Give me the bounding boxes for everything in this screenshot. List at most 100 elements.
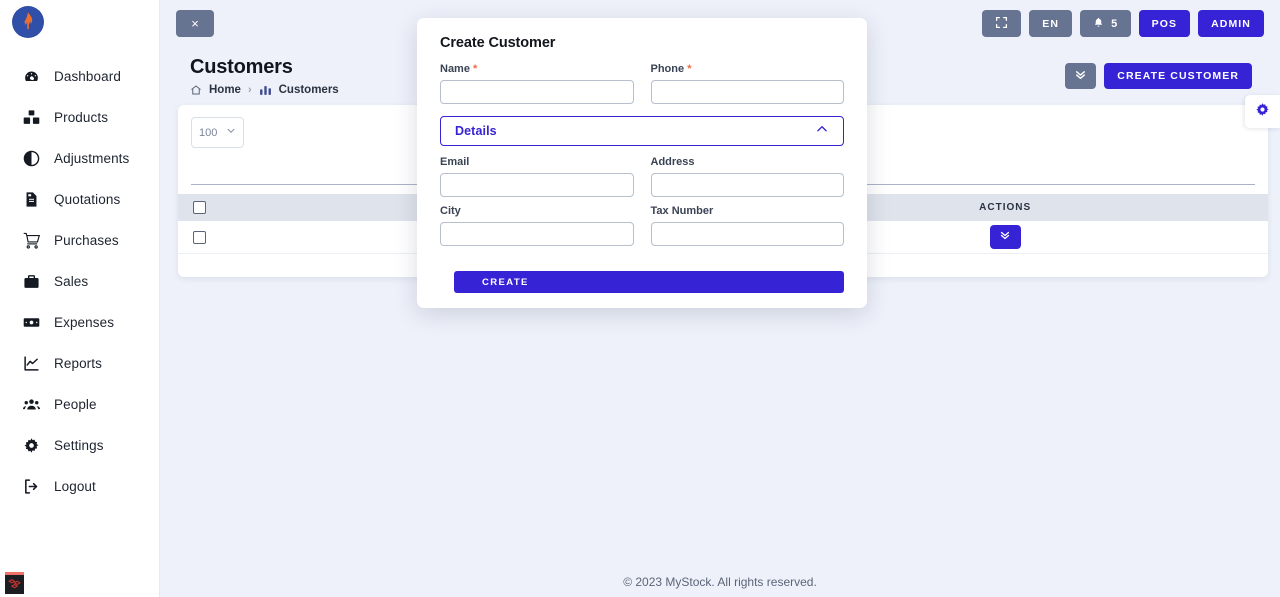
gear-icon [1255, 102, 1270, 122]
laravel-icon [8, 578, 21, 589]
primary-fields-grid: Name * Phone * [440, 63, 844, 107]
page-header-left: Customers Home › Customers [178, 56, 339, 97]
sidebar-item-label: People [54, 396, 97, 412]
address-input[interactable] [650, 173, 844, 197]
sidebar-item-label: Products [54, 109, 109, 125]
bell-icon [1093, 17, 1104, 31]
briefcase-icon [23, 273, 40, 290]
email-label: Email [440, 156, 470, 168]
create-customer-label: CREATE CUSTOMER [1117, 70, 1239, 82]
admin-button[interactable]: ADMIN [1198, 10, 1264, 37]
topbar-actions: EN 5 POS ADMIN [982, 10, 1264, 37]
sidebar-nav: Dashboard Products Adjustments Quotation… [0, 56, 159, 507]
create-submit-label: CREATE [482, 276, 529, 288]
create-submit-button[interactable]: CREATE [454, 271, 844, 293]
per-page-value: 100 [199, 126, 218, 139]
sidebar-item-label: Settings [54, 437, 104, 453]
sidebar-item-expenses[interactable]: Expenses [0, 302, 159, 343]
required-marker: * [473, 63, 478, 75]
tax-number-label: Tax Number [650, 205, 714, 217]
boxes-icon [23, 109, 40, 126]
app-root: Dashboard Products Adjustments Quotation… [0, 0, 1280, 597]
field-email: Email [440, 156, 634, 197]
field-tax-number: Tax Number [650, 205, 844, 246]
breadcrumb: Home › Customers [190, 84, 339, 97]
sidebar-item-logout[interactable]: Logout [0, 466, 159, 507]
logo-container[interactable] [0, 0, 159, 46]
sidebar-item-label: Logout [54, 478, 96, 494]
sidebar-item-products[interactable]: Products [0, 97, 159, 138]
debugbar-logo [5, 575, 24, 594]
sidebar-item-label: Sales [54, 273, 89, 289]
field-phone: Phone * [650, 63, 844, 104]
chevron-down-icon [226, 126, 236, 139]
per-page-select[interactable]: 100 [191, 117, 244, 148]
chart-line-icon [23, 355, 40, 372]
chevron-up-icon [815, 122, 829, 141]
chart-bar-icon [259, 84, 272, 97]
notifications-button[interactable]: 5 [1080, 10, 1131, 37]
sidebar-item-reports[interactable]: Reports [0, 343, 159, 384]
field-name: Name * [440, 63, 634, 104]
fullscreen-button[interactable] [982, 10, 1022, 37]
users-icon [23, 396, 40, 413]
admin-label: ADMIN [1211, 17, 1251, 30]
city-input[interactable] [440, 222, 634, 246]
notification-count: 5 [1111, 17, 1118, 30]
phone-label-text: Phone [650, 63, 685, 75]
flame-glyph [23, 12, 33, 30]
copyright-text: © 2023 MyStock. All rights reserved. [623, 575, 817, 589]
sign-out-icon [23, 478, 40, 495]
sidebar-item-label: Quotations [54, 191, 121, 207]
debugbar-icon[interactable] [5, 572, 24, 594]
sidebar-item-sales[interactable]: Sales [0, 261, 159, 302]
sidebar: Dashboard Products Adjustments Quotation… [0, 0, 160, 597]
gear-icon [23, 437, 40, 454]
create-customer-button[interactable]: CREATE CUSTOMER [1104, 63, 1252, 89]
chevron-double-down-icon [1074, 68, 1087, 84]
required-marker: * [687, 63, 692, 75]
sidebar-item-people[interactable]: People [0, 384, 159, 425]
sidebar-item-label: Dashboard [54, 68, 121, 84]
bulk-actions-button[interactable] [1065, 63, 1097, 89]
pos-button[interactable]: POS [1138, 10, 1191, 37]
address-label: Address [650, 156, 695, 168]
sidebar-item-label: Expenses [54, 314, 115, 330]
home-icon [190, 84, 202, 96]
details-accordion-toggle[interactable]: Details [440, 116, 844, 146]
page-header-actions: CREATE CUSTOMER [1065, 63, 1266, 89]
create-customer-modal: Create Customer Name * Phone * Details E… [417, 18, 867, 308]
money-bill-icon [23, 314, 40, 331]
breadcrumb-separator: › [247, 84, 252, 96]
close-icon: × [191, 16, 199, 31]
row-select-cell [178, 221, 223, 254]
tax-number-input[interactable] [650, 222, 844, 246]
sidebar-item-settings[interactable]: Settings [0, 425, 159, 466]
pos-label: POS [1151, 17, 1178, 30]
gauge-icon [23, 68, 40, 85]
details-fields-grid: Email Address City Tax Number [440, 156, 844, 249]
language-button[interactable]: EN [1029, 10, 1073, 37]
file-invoice-icon [23, 191, 40, 208]
select-all-checkbox[interactable] [193, 201, 206, 214]
sidebar-item-quotations[interactable]: Quotations [0, 179, 159, 220]
sidebar-item-label: Adjustments [54, 150, 130, 166]
field-city: City [440, 205, 634, 246]
page-title: Customers [190, 55, 293, 78]
sidebar-item-purchases[interactable]: Purchases [0, 220, 159, 261]
row-actions-button[interactable] [989, 224, 1021, 249]
modal-title: Create Customer [440, 35, 556, 51]
breadcrumb-current: Customers [278, 84, 339, 96]
name-label: Name * [440, 63, 634, 75]
name-input[interactable] [440, 80, 634, 104]
row-checkbox[interactable] [193, 230, 206, 244]
sidebar-item-adjustments[interactable]: Adjustments [0, 138, 159, 179]
phone-input[interactable] [650, 80, 844, 104]
theme-settings-tab[interactable] [1245, 95, 1280, 128]
email-input[interactable] [440, 173, 634, 197]
shopping-cart-icon [23, 232, 40, 249]
sidebar-item-dashboard[interactable]: Dashboard [0, 56, 159, 97]
close-button[interactable]: × [176, 10, 214, 37]
details-accordion-label: Details [455, 124, 497, 138]
breadcrumb-home[interactable]: Home [209, 84, 241, 96]
